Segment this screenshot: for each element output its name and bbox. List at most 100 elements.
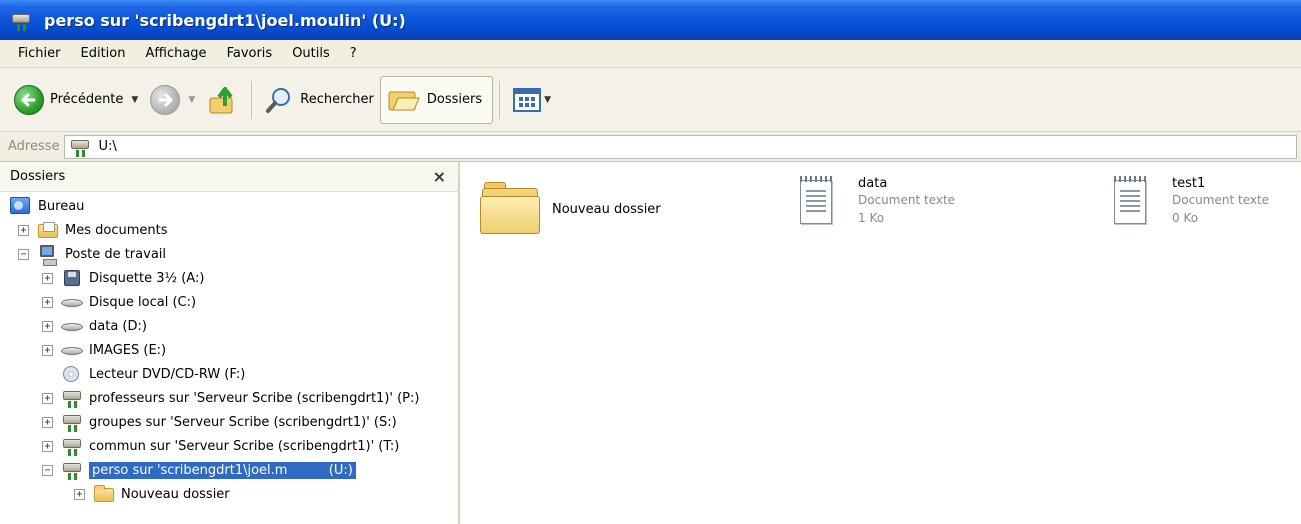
text-document-icon (798, 176, 834, 224)
tree-item-label: IMAGES (E:) (89, 342, 167, 358)
network-drive-icon (61, 461, 83, 480)
back-button[interactable]: Précédente ▼ (8, 77, 144, 123)
chevron-down-icon[interactable]: ▼ (188, 95, 195, 105)
search-button[interactable]: Rechercher (258, 77, 380, 123)
expand-toggle[interactable]: + (42, 296, 53, 308)
menu-favoris[interactable]: Favoris (217, 46, 283, 61)
chevron-down-icon[interactable]: ▼ (544, 95, 551, 105)
folders-pane-header: Dossiers × (0, 162, 458, 192)
tree-item-label: Disquette 3½ (A:) (89, 270, 205, 286)
file-item-nouveau-dossier[interactable]: Nouveau dossier (480, 180, 661, 234)
file-item-test1[interactable]: test1 Document texte 0 Ko (1112, 176, 1269, 227)
folders-button[interactable]: Dossiers (379, 75, 494, 124)
hard-drive-icon (61, 293, 83, 311)
menu-outils[interactable]: Outils (282, 46, 340, 61)
close-icon[interactable]: × (433, 167, 446, 186)
views-icon (513, 87, 542, 112)
tree-item-label: data (D:) (89, 318, 147, 334)
cd-drive-icon (61, 365, 83, 383)
address-label: Adresse (8, 139, 60, 154)
expand-toggle[interactable]: + (18, 224, 29, 236)
tree-item-floppy[interactable]: + Disquette 3½ (A:) (42, 266, 204, 290)
tree-item-label: professeurs sur 'Serveur Scribe (scriben… (89, 390, 420, 406)
network-drive-icon (61, 437, 83, 456)
file-item-data[interactable]: data Document texte 1 Ko (798, 176, 955, 227)
expand-toggle[interactable]: + (42, 440, 53, 452)
toolbar-separator (499, 80, 501, 119)
menu-affichage[interactable]: Affichage (135, 46, 216, 61)
floppy-drive-icon (61, 269, 83, 287)
expand-toggle[interactable]: + (42, 344, 53, 356)
my-documents-icon (37, 221, 59, 239)
address-value: U:\ (98, 139, 117, 154)
file-name: data (858, 176, 888, 191)
tree-item-label: Disque local (C:) (89, 294, 197, 310)
menu-bar: Fichier Edition Affichage Favoris Outils… (0, 40, 1301, 68)
network-drive-icon (69, 138, 93, 157)
desktop-icon (10, 197, 32, 215)
menu-help[interactable]: ? (340, 46, 367, 61)
tree-item-label: Mes documents (65, 222, 168, 238)
address-field[interactable]: U:\ (63, 134, 1297, 159)
tree-item-label-selected: perso sur 'scribengdrt1\joel.m (U:) (89, 461, 356, 479)
tree-item-label: Poste de travail (65, 246, 167, 262)
network-drive-icon (10, 10, 36, 31)
expand-toggle[interactable]: + (42, 416, 53, 428)
file-size: 0 Ko (1172, 211, 1199, 225)
collapse-toggle[interactable]: − (18, 248, 29, 260)
folders-pane: Dossiers × Bureau + Mes documents − Post… (0, 162, 460, 524)
file-size: 1 Ko (858, 211, 885, 225)
tree-item-commun[interactable]: + commun sur 'Serveur Scribe (scribengdr… (42, 434, 399, 458)
folder-icon (93, 485, 115, 503)
file-type: Document texte (1172, 193, 1270, 207)
folders-button-label: Dossiers (426, 92, 483, 107)
toolbar-separator (251, 80, 253, 119)
tree-item-mes-documents[interactable]: + Mes documents (18, 218, 167, 242)
up-folder-button[interactable] (201, 77, 245, 123)
text-document-icon (1112, 176, 1148, 224)
forward-button[interactable]: ▼ (144, 77, 201, 123)
collapse-toggle[interactable]: − (42, 464, 53, 476)
tree-item-poste-de-travail[interactable]: − Poste de travail (18, 242, 166, 266)
back-arrow-icon (14, 84, 44, 115)
file-type: Document texte (858, 193, 956, 207)
toolbar: Précédente ▼ ▼ Rechercher Dossiers ▼ (0, 68, 1301, 132)
tree-item-disque-local[interactable]: + Disque local (C:) (42, 290, 196, 314)
tree-item-groupes[interactable]: + groupes sur 'Serveur Scribe (scribengd… (42, 410, 397, 434)
network-drive-icon (61, 413, 83, 432)
tree-item-label: Lecteur DVD/CD-RW (F:) (89, 366, 246, 382)
tree-item-data-d[interactable]: + data (D:) (42, 314, 147, 338)
views-button[interactable]: ▼ (506, 77, 557, 123)
title-bar[interactable]: perso sur 'scribengdrt1\joel.moulin' (U:… (0, 0, 1301, 40)
chevron-down-icon[interactable]: ▼ (131, 95, 138, 105)
tree-item-label: Bureau (38, 198, 85, 214)
folders-icon (388, 91, 420, 110)
search-icon (266, 87, 291, 113)
folders-pane-title: Dossiers (10, 169, 66, 184)
menu-fichier[interactable]: Fichier (8, 46, 71, 61)
tree-item-label: Nouveau dossier (121, 486, 230, 502)
tree-item-bureau[interactable]: Bureau (10, 194, 84, 218)
expand-toggle[interactable]: + (42, 392, 53, 404)
back-button-label: Précédente (50, 92, 124, 107)
tree-item-perso[interactable]: − perso sur 'scribengdrt1\joel.m (U:) (42, 458, 356, 482)
tree-item-images[interactable]: + IMAGES (E:) (42, 338, 166, 362)
my-computer-icon (37, 245, 59, 266)
content-pane: Nouveau dossier data Document texte 1 Ko… (462, 162, 1301, 524)
tree-item-nouveau-dossier[interactable]: + Nouveau dossier (74, 482, 230, 506)
expand-toggle[interactable]: + (42, 320, 53, 332)
search-button-label: Rechercher (300, 92, 374, 107)
tree-item-label: groupes sur 'Serveur Scribe (scribengdrt… (89, 414, 397, 430)
file-name: Nouveau dossier (552, 202, 661, 217)
menu-edition[interactable]: Edition (71, 46, 136, 61)
forward-arrow-icon (150, 84, 181, 115)
expand-toggle[interactable]: + (42, 272, 53, 284)
hard-drive-icon (61, 317, 83, 335)
tree-item-dvd[interactable]: Lecteur DVD/CD-RW (F:) (42, 362, 245, 386)
address-bar: Adresse U:\ (0, 132, 1301, 162)
up-folder-icon (209, 86, 233, 113)
expand-toggle[interactable]: + (74, 488, 85, 500)
network-drive-icon (61, 389, 83, 408)
tree-item-professeurs[interactable]: + professeurs sur 'Serveur Scribe (scrib… (42, 386, 419, 410)
tree-item-label: commun sur 'Serveur Scribe (scribengdrt1… (89, 438, 400, 454)
